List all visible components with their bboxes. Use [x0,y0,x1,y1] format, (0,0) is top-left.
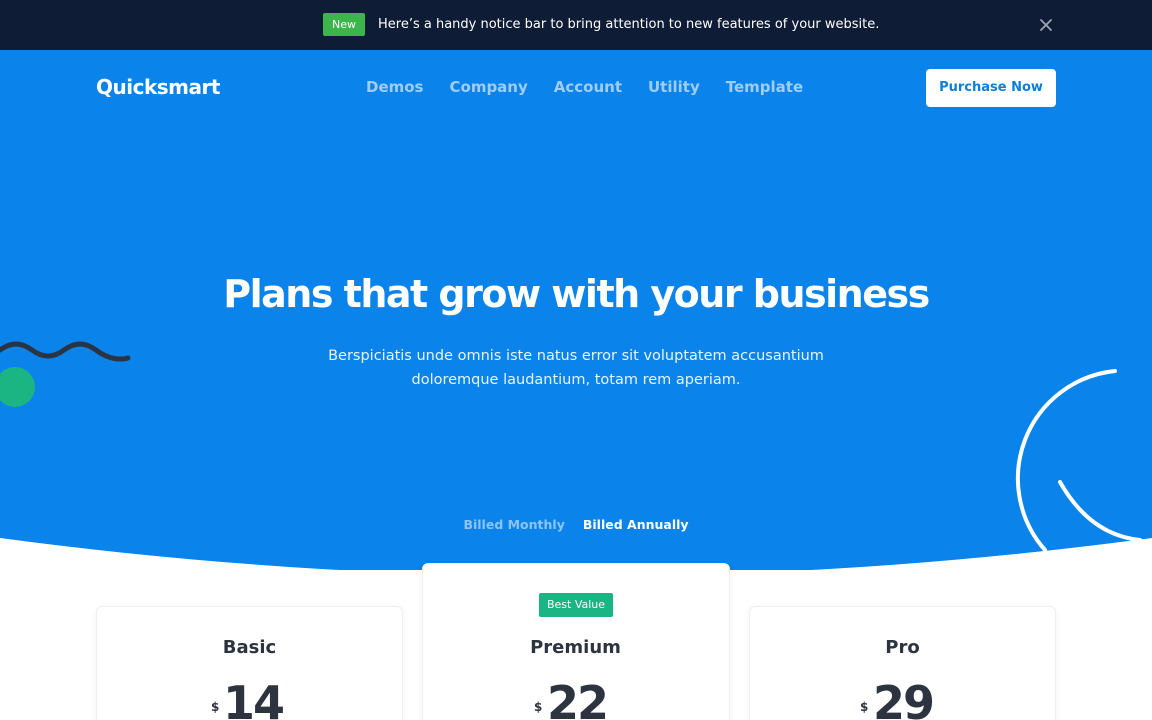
nav-item-company[interactable]: Company [450,78,528,96]
nav-item-template[interactable]: Template [726,78,803,96]
plan-price-basic: 14 [223,676,285,720]
plan-price-premium: 22 [547,676,609,720]
best-value-badge: Best Value [539,593,613,617]
hero-subtitle: Berspiciatis unde omnis iste natus error… [300,344,852,392]
close-icon[interactable] [1036,15,1056,35]
plan-name-pro: Pro [885,637,920,658]
currency-symbol: $ [211,700,220,714]
logo[interactable]: Quicksmart [96,75,220,99]
plan-price-pro: 29 [873,676,935,720]
notice-bar: New Here’s a handy notice bar to bring a… [0,0,1152,50]
billed-monthly-option[interactable]: Billed Monthly [463,517,564,532]
plan-name-basic: Basic [222,637,277,658]
purchase-now-button[interactable]: Purchase Now [926,69,1056,107]
new-badge: New [323,13,365,36]
hero-subtitle-line-2: doloremque laudantium, totam rem aperiam… [411,372,741,388]
nav-item-demos[interactable]: Demos [366,78,424,96]
hero-subtitle-line-1: Berspiciatis unde omnis iste natus error… [328,348,824,364]
currency-symbol: $ [534,700,543,714]
main-nav: Demos Company Account Utility Template [366,78,803,96]
plan-name-premium: Premium [530,637,621,658]
hero-title: Plans that grow with your business [223,272,930,316]
billed-annually-option[interactable]: Billed Annually [583,517,689,532]
nav-item-utility[interactable]: Utility [648,78,700,96]
notice-text: Here’s a handy notice bar to bring atten… [378,17,880,32]
nav-item-account[interactable]: Account [554,78,622,96]
currency-symbol: $ [860,700,869,714]
billing-toggle: Billed Monthly Billed Annually [0,517,1152,532]
